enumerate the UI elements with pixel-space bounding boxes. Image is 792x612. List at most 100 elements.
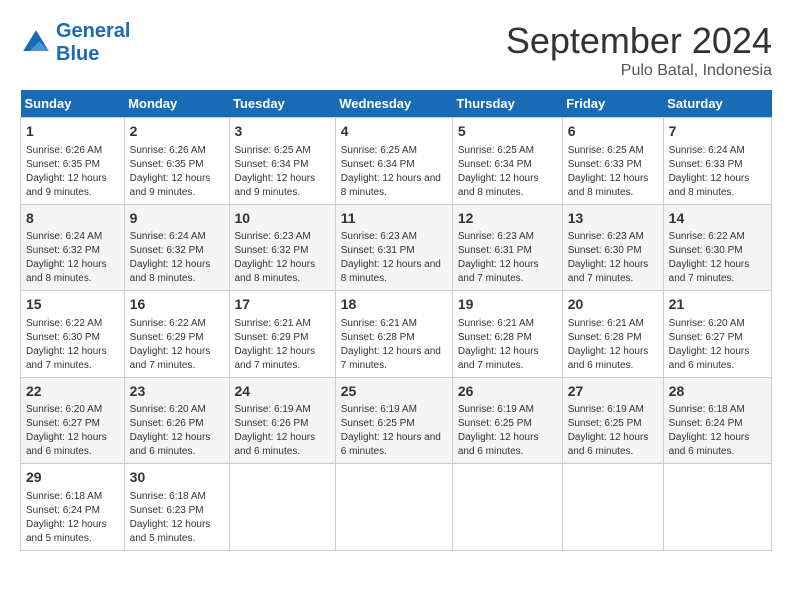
day-number: 19 bbox=[458, 295, 557, 315]
calendar-cell: 29 Sunrise: 6:18 AM Sunset: 6:24 PM Dayl… bbox=[21, 464, 125, 551]
location: Pulo Batal, Indonesia bbox=[506, 62, 772, 80]
day-info: Sunrise: 6:24 AM Sunset: 6:32 PM Dayligh… bbox=[26, 230, 119, 286]
weekday-header-monday: Monday bbox=[124, 90, 229, 118]
calendar-table: SundayMondayTuesdayWednesdayThursdayFrid… bbox=[20, 90, 772, 551]
day-number: 12 bbox=[458, 209, 557, 229]
day-info: Sunrise: 6:25 AM Sunset: 6:34 PM Dayligh… bbox=[458, 144, 557, 200]
day-number: 1 bbox=[26, 122, 119, 142]
calendar-cell: 11 Sunrise: 6:23 AM Sunset: 6:31 PM Dayl… bbox=[335, 204, 452, 291]
calendar-cell bbox=[452, 464, 562, 551]
calendar-cell bbox=[663, 464, 771, 551]
day-info: Sunrise: 6:26 AM Sunset: 6:35 PM Dayligh… bbox=[26, 144, 119, 200]
calendar-cell: 10 Sunrise: 6:23 AM Sunset: 6:32 PM Dayl… bbox=[229, 204, 335, 291]
day-info: Sunrise: 6:18 AM Sunset: 6:24 PM Dayligh… bbox=[26, 490, 119, 546]
calendar-cell: 13 Sunrise: 6:23 AM Sunset: 6:30 PM Dayl… bbox=[562, 204, 663, 291]
day-info: Sunrise: 6:19 AM Sunset: 6:25 PM Dayligh… bbox=[458, 403, 557, 459]
day-info: Sunrise: 6:22 AM Sunset: 6:30 PM Dayligh… bbox=[26, 317, 119, 373]
logo-icon bbox=[20, 27, 52, 59]
calendar-cell: 15 Sunrise: 6:22 AM Sunset: 6:30 PM Dayl… bbox=[21, 291, 125, 378]
day-info: Sunrise: 6:25 AM Sunset: 6:34 PM Dayligh… bbox=[235, 144, 330, 200]
day-number: 6 bbox=[568, 122, 658, 142]
day-info: Sunrise: 6:19 AM Sunset: 6:25 PM Dayligh… bbox=[568, 403, 658, 459]
day-number: 27 bbox=[568, 382, 658, 402]
day-number: 22 bbox=[26, 382, 119, 402]
weekday-header-saturday: Saturday bbox=[663, 90, 771, 118]
day-info: Sunrise: 6:21 AM Sunset: 6:28 PM Dayligh… bbox=[458, 317, 557, 373]
day-number: 18 bbox=[341, 295, 447, 315]
day-info: Sunrise: 6:20 AM Sunset: 6:27 PM Dayligh… bbox=[26, 403, 119, 459]
calendar-week-5: 29 Sunrise: 6:18 AM Sunset: 6:24 PM Dayl… bbox=[21, 464, 772, 551]
logo: General Blue bbox=[20, 20, 130, 66]
day-info: Sunrise: 6:24 AM Sunset: 6:33 PM Dayligh… bbox=[669, 144, 766, 200]
weekday-header-sunday: Sunday bbox=[21, 90, 125, 118]
weekday-header-tuesday: Tuesday bbox=[229, 90, 335, 118]
day-info: Sunrise: 6:23 AM Sunset: 6:31 PM Dayligh… bbox=[458, 230, 557, 286]
calendar-cell: 24 Sunrise: 6:19 AM Sunset: 6:26 PM Dayl… bbox=[229, 377, 335, 464]
title-block: September 2024 Pulo Batal, Indonesia bbox=[506, 20, 772, 80]
logo-text-line1: General bbox=[56, 20, 130, 43]
day-number: 16 bbox=[130, 295, 224, 315]
weekday-header-friday: Friday bbox=[562, 90, 663, 118]
day-info: Sunrise: 6:26 AM Sunset: 6:35 PM Dayligh… bbox=[130, 144, 224, 200]
calendar-cell: 7 Sunrise: 6:24 AM Sunset: 6:33 PM Dayli… bbox=[663, 118, 771, 205]
day-number: 29 bbox=[26, 468, 119, 488]
calendar-cell bbox=[562, 464, 663, 551]
day-number: 9 bbox=[130, 209, 224, 229]
day-number: 14 bbox=[669, 209, 766, 229]
day-info: Sunrise: 6:20 AM Sunset: 6:26 PM Dayligh… bbox=[130, 403, 224, 459]
page-header: General Blue September 2024 Pulo Batal, … bbox=[20, 20, 772, 80]
day-info: Sunrise: 6:18 AM Sunset: 6:24 PM Dayligh… bbox=[669, 403, 766, 459]
day-info: Sunrise: 6:19 AM Sunset: 6:26 PM Dayligh… bbox=[235, 403, 330, 459]
day-number: 21 bbox=[669, 295, 766, 315]
day-info: Sunrise: 6:21 AM Sunset: 6:28 PM Dayligh… bbox=[568, 317, 658, 373]
day-number: 17 bbox=[235, 295, 330, 315]
day-number: 20 bbox=[568, 295, 658, 315]
day-info: Sunrise: 6:18 AM Sunset: 6:23 PM Dayligh… bbox=[130, 490, 224, 546]
calendar-cell bbox=[335, 464, 452, 551]
calendar-cell bbox=[229, 464, 335, 551]
calendar-cell: 20 Sunrise: 6:21 AM Sunset: 6:28 PM Dayl… bbox=[562, 291, 663, 378]
calendar-cell: 27 Sunrise: 6:19 AM Sunset: 6:25 PM Dayl… bbox=[562, 377, 663, 464]
day-number: 26 bbox=[458, 382, 557, 402]
day-info: Sunrise: 6:21 AM Sunset: 6:28 PM Dayligh… bbox=[341, 317, 447, 373]
calendar-cell: 2 Sunrise: 6:26 AM Sunset: 6:35 PM Dayli… bbox=[124, 118, 229, 205]
day-number: 3 bbox=[235, 122, 330, 142]
calendar-cell: 21 Sunrise: 6:20 AM Sunset: 6:27 PM Dayl… bbox=[663, 291, 771, 378]
day-info: Sunrise: 6:23 AM Sunset: 6:32 PM Dayligh… bbox=[235, 230, 330, 286]
calendar-cell: 8 Sunrise: 6:24 AM Sunset: 6:32 PM Dayli… bbox=[21, 204, 125, 291]
day-info: Sunrise: 6:19 AM Sunset: 6:25 PM Dayligh… bbox=[341, 403, 447, 459]
calendar-cell: 22 Sunrise: 6:20 AM Sunset: 6:27 PM Dayl… bbox=[21, 377, 125, 464]
day-number: 28 bbox=[669, 382, 766, 402]
logo-text-line2: Blue bbox=[56, 43, 130, 66]
calendar-week-1: 1 Sunrise: 6:26 AM Sunset: 6:35 PM Dayli… bbox=[21, 118, 772, 205]
calendar-cell: 6 Sunrise: 6:25 AM Sunset: 6:33 PM Dayli… bbox=[562, 118, 663, 205]
calendar-cell: 19 Sunrise: 6:21 AM Sunset: 6:28 PM Dayl… bbox=[452, 291, 562, 378]
weekday-header-wednesday: Wednesday bbox=[335, 90, 452, 118]
day-number: 8 bbox=[26, 209, 119, 229]
day-info: Sunrise: 6:21 AM Sunset: 6:29 PM Dayligh… bbox=[235, 317, 330, 373]
calendar-cell: 4 Sunrise: 6:25 AM Sunset: 6:34 PM Dayli… bbox=[335, 118, 452, 205]
day-info: Sunrise: 6:25 AM Sunset: 6:34 PM Dayligh… bbox=[341, 144, 447, 200]
day-info: Sunrise: 6:22 AM Sunset: 6:30 PM Dayligh… bbox=[669, 230, 766, 286]
day-number: 7 bbox=[669, 122, 766, 142]
calendar-cell: 25 Sunrise: 6:19 AM Sunset: 6:25 PM Dayl… bbox=[335, 377, 452, 464]
weekday-header-thursday: Thursday bbox=[452, 90, 562, 118]
day-number: 13 bbox=[568, 209, 658, 229]
calendar-cell: 17 Sunrise: 6:21 AM Sunset: 6:29 PM Dayl… bbox=[229, 291, 335, 378]
calendar-cell: 5 Sunrise: 6:25 AM Sunset: 6:34 PM Dayli… bbox=[452, 118, 562, 205]
day-number: 2 bbox=[130, 122, 224, 142]
day-number: 10 bbox=[235, 209, 330, 229]
calendar-cell: 16 Sunrise: 6:22 AM Sunset: 6:29 PM Dayl… bbox=[124, 291, 229, 378]
calendar-cell: 23 Sunrise: 6:20 AM Sunset: 6:26 PM Dayl… bbox=[124, 377, 229, 464]
day-number: 30 bbox=[130, 468, 224, 488]
day-number: 5 bbox=[458, 122, 557, 142]
calendar-cell: 9 Sunrise: 6:24 AM Sunset: 6:32 PM Dayli… bbox=[124, 204, 229, 291]
calendar-cell: 28 Sunrise: 6:18 AM Sunset: 6:24 PM Dayl… bbox=[663, 377, 771, 464]
day-info: Sunrise: 6:20 AM Sunset: 6:27 PM Dayligh… bbox=[669, 317, 766, 373]
weekday-header-row: SundayMondayTuesdayWednesdayThursdayFrid… bbox=[21, 90, 772, 118]
calendar-cell: 14 Sunrise: 6:22 AM Sunset: 6:30 PM Dayl… bbox=[663, 204, 771, 291]
month-title: September 2024 bbox=[506, 20, 772, 62]
calendar-cell: 3 Sunrise: 6:25 AM Sunset: 6:34 PM Dayli… bbox=[229, 118, 335, 205]
day-info: Sunrise: 6:24 AM Sunset: 6:32 PM Dayligh… bbox=[130, 230, 224, 286]
calendar-cell: 30 Sunrise: 6:18 AM Sunset: 6:23 PM Dayl… bbox=[124, 464, 229, 551]
